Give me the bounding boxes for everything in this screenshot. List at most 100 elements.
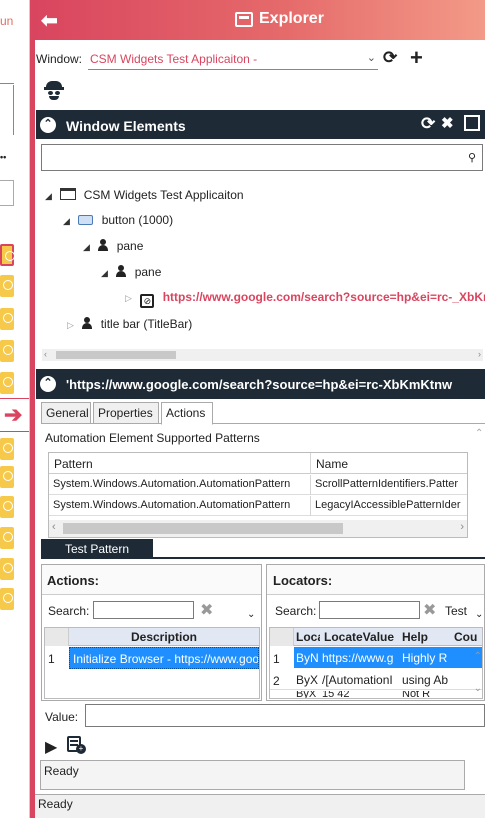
arrow-right-icon: ➔: [4, 402, 23, 427]
value-input[interactable]: [85, 704, 485, 727]
arrow-left-icon[interactable]: ⬅: [41, 8, 58, 33]
refresh-icon[interactable]: ⟳: [421, 114, 435, 134]
item-icon[interactable]: [0, 527, 14, 549]
table-row[interactable]: System.Windows.Automation.AutomationPatt…: [49, 496, 467, 516]
tree-node-root[interactable]: ◢ CSM Widgets Test Applicaiton: [45, 188, 244, 202]
spy-icon[interactable]: [44, 79, 64, 101]
tree-node-pane[interactable]: ◢ pane: [83, 239, 143, 253]
chevron-right-icon[interactable]: ›: [460, 521, 464, 533]
item-icon[interactable]: [0, 438, 14, 460]
patterns-grid-header: Pattern Name: [49, 453, 467, 474]
collapse-icon[interactable]: ⌃: [40, 117, 56, 133]
name-column-header[interactable]: Name: [311, 453, 467, 474]
expanded-triangle-icon[interactable]: ◢: [101, 268, 113, 279]
chevron-up-icon[interactable]: ⌃: [474, 651, 482, 662]
table-row[interactable]: ByX 15 42 Not R: [270, 691, 482, 699]
grid-icon[interactable]: [464, 115, 480, 131]
description-cell: Initialize Browser - https://www.goo: [69, 647, 259, 669]
run-label[interactable]: un: [0, 14, 13, 28]
table-row[interactable]: 1 Initialize Browser - https://www.goo: [45, 647, 259, 669]
actions-search-input[interactable]: [93, 601, 194, 619]
expanded-triangle-icon[interactable]: ◢: [63, 216, 75, 227]
tree-node-label: CSM Widgets Test Applicaiton: [83, 188, 244, 202]
step-list-icon[interactable]: +: [67, 735, 87, 755]
locator-type-cell: ByX: [296, 673, 319, 687]
collapse-icon[interactable]: ⌃: [40, 376, 56, 392]
locators-search-input[interactable]: [319, 601, 420, 619]
actions-grid: Description 1 Initialize Browser - https…: [44, 627, 260, 699]
chevron-left-icon[interactable]: ‹: [52, 521, 56, 533]
collapsed-triangle-icon[interactable]: ▷: [125, 293, 137, 304]
description-column-header[interactable]: Description: [69, 628, 259, 646]
inner-status-text: Ready: [44, 764, 79, 778]
link-node-icon: ⊘: [140, 294, 155, 308]
patterns-horizontal-scrollbar[interactable]: ‹ ›: [49, 520, 467, 537]
tree-horizontal-scrollbar[interactable]: ‹ ›: [42, 349, 483, 361]
filter-icon[interactable]: ⌄: [475, 609, 483, 620]
collapsed-triangle-icon[interactable]: ▷: [67, 320, 79, 331]
tree-node-button[interactable]: ◢ button (1000): [63, 213, 173, 227]
expanded-triangle-icon[interactable]: ◢: [83, 242, 95, 253]
tree-node-link[interactable]: ▷ ⊘ https://www.google.com/search?source…: [125, 290, 485, 308]
elements-search-input[interactable]: ⚲: [41, 144, 483, 171]
refresh-icon[interactable]: ⟳: [383, 48, 397, 68]
count-column-header[interactable]: Cou: [454, 630, 477, 644]
locator-type-column-header[interactable]: Loca: [296, 630, 320, 644]
clear-search-icon[interactable]: ✖: [423, 600, 436, 620]
scroll-thumb[interactable]: [63, 523, 343, 534]
add-icon[interactable]: +: [410, 45, 423, 71]
window-node-icon: [60, 188, 77, 200]
item-icon[interactable]: [0, 244, 15, 266]
spy-close-icon[interactable]: ✖: [441, 114, 454, 132]
pattern-column-header[interactable]: Pattern: [49, 453, 311, 474]
locators-grid: Loca LocateValue Help Cou 1 ByN https://…: [269, 627, 483, 699]
locate-value-cell: /[AutomationI: [322, 673, 393, 687]
tree-node-titlebar[interactable]: ▷ title bar (TitleBar): [67, 317, 192, 331]
search-icon[interactable]: ⚲: [468, 151, 476, 164]
item-icon[interactable]: [0, 466, 14, 488]
tab-general[interactable]: General: [41, 402, 91, 424]
item-icon[interactable]: [0, 588, 14, 610]
table-row[interactable]: 1 ByN https://www.g Highly R: [270, 647, 482, 668]
pane-node-icon: [116, 265, 127, 277]
item-icon[interactable]: [0, 558, 14, 580]
status-text: Ready: [38, 797, 73, 811]
table-cell: ScrollPatternIdentifiers.Patter: [315, 478, 459, 490]
item-icon[interactable]: [0, 275, 14, 297]
tree-node-pane[interactable]: ◢ pane: [101, 265, 161, 279]
clear-search-icon[interactable]: ✖: [200, 600, 213, 620]
tab-test-pattern[interactable]: Test Pattern: [41, 539, 153, 559]
test-pattern-tabs: Test Pattern: [41, 539, 485, 559]
filter-icon[interactable]: ⌄: [247, 609, 255, 620]
tree-node-label: button (1000): [101, 213, 174, 227]
test-button[interactable]: Test: [445, 604, 467, 618]
item-icon[interactable]: [0, 496, 14, 518]
expanded-triangle-icon[interactable]: ◢: [45, 191, 57, 202]
chevron-up-icon[interactable]: ⌃: [475, 428, 483, 439]
item-icon[interactable]: [0, 372, 14, 394]
tab-actions[interactable]: Actions: [161, 402, 213, 425]
locate-value-column-header[interactable]: LocateValue: [324, 630, 394, 644]
chevron-left-icon: ‹: [44, 349, 47, 359]
table-cell: LegacyIAccessiblePatternIder: [315, 499, 461, 511]
actions-search-label: Search:: [48, 604, 90, 618]
element-title: 'https://www.google.com/search?source=hp…: [66, 377, 453, 392]
table-row[interactable]: System.Windows.Automation.AutomationPatt…: [49, 475, 467, 495]
item-icon[interactable]: [0, 340, 14, 362]
play-icon[interactable]: ▶: [45, 737, 57, 757]
table-row[interactable]: 2 ByX /[AutomationI using Ab: [270, 669, 482, 690]
help-column-header[interactable]: Help: [402, 630, 428, 644]
window-select[interactable]: CSM Widgets Test Applicaiton - ⌄: [88, 50, 378, 70]
chevron-down-icon[interactable]: ⌄: [474, 683, 482, 694]
section-title: Window Elements: [66, 118, 186, 134]
locate-value-cell: 15 42: [322, 691, 350, 699]
actions-panel: Actions: Search: ✖ ⌄ Description 1 Initi…: [41, 564, 262, 701]
tab-properties[interactable]: Properties: [93, 402, 159, 424]
patterns-label: Automation Element Supported Patterns: [45, 431, 260, 445]
item-icon[interactable]: [0, 308, 14, 330]
scroll-thumb[interactable]: [56, 351, 176, 359]
locators-title: Locators:: [273, 573, 333, 588]
locate-value-cell: https://www.g: [322, 651, 394, 665]
window-icon: [235, 12, 253, 27]
selected-locator-row: ByN https://www.g Highly R: [294, 647, 482, 668]
